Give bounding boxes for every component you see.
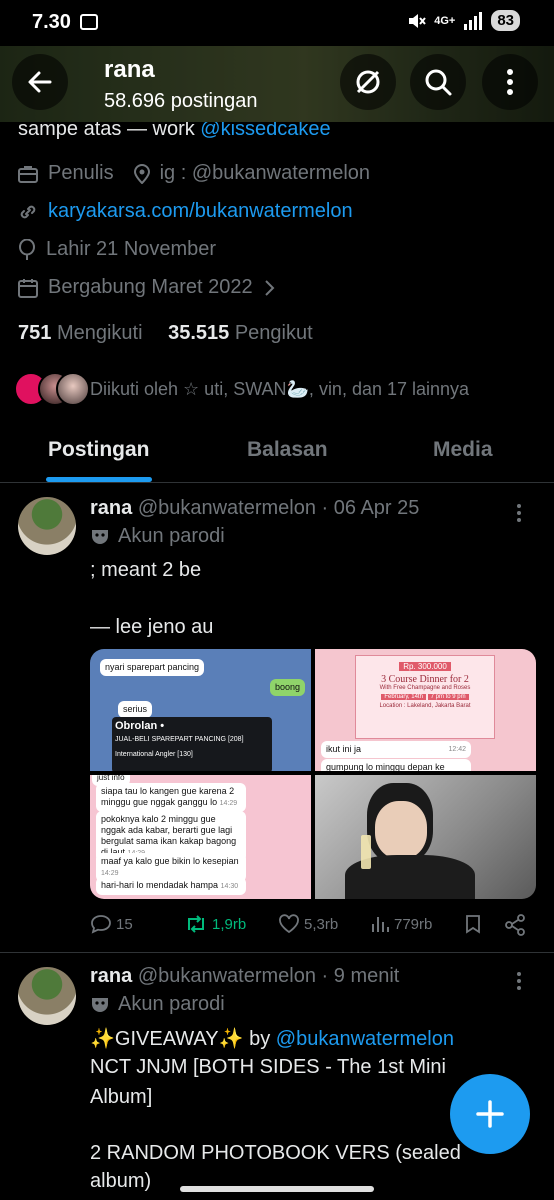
post-text-line: NCT JNJM [BOTH SIDES - The 1st Mini	[90, 1056, 446, 1078]
follower-avatar	[56, 372, 90, 406]
mask-icon	[92, 997, 108, 1012]
profile-location: ig : @bukanwatermelon	[159, 162, 371, 184]
signal-icon	[464, 11, 483, 30]
post[interactable]: rana @bukanwatermelon · 9 menit Akun par…	[0, 953, 554, 1200]
post[interactable]: rana @bukanwatermelon · 06 Apr 25 Akun p…	[0, 483, 554, 953]
post-text-line: ; meant 2 be	[90, 559, 202, 581]
following-label: Mengikuti	[56, 322, 143, 344]
reply-count: 15	[116, 915, 133, 933]
repost-icon	[188, 915, 204, 933]
post-text-line: 2 RANDOM PHOTOBOOK VERS (sealed	[90, 1142, 461, 1164]
post-image[interactable]: just info siapa tau lo kangen gue karena…	[90, 775, 311, 899]
balloon-icon	[19, 238, 35, 260]
like-count: 5,3rb	[304, 915, 339, 933]
plus-icon	[476, 1100, 504, 1128]
profile-header: rana 58.696 postingan	[0, 42, 554, 122]
arrow-left-icon	[28, 71, 52, 93]
followers-label: Pengikut	[234, 322, 313, 344]
more-button[interactable]	[482, 54, 538, 110]
following-count: 751	[18, 322, 52, 344]
repost-button[interactable]: 1,9rb	[184, 914, 246, 934]
briefcase-icon	[18, 165, 38, 183]
chevron-right-icon	[264, 279, 275, 296]
post-text-line: album)	[90, 1170, 152, 1192]
post-author-avatar[interactable]	[18, 967, 76, 1025]
post-mention-link[interactable]: @bukanwatermelon	[276, 1028, 454, 1050]
follow-stats: 751 Mengikuti 35.515 Pengikut	[18, 322, 313, 345]
post-author[interactable]: rana @bukanwatermelon · 9 menit	[90, 965, 399, 988]
post-handle-time: @bukanwatermelon · 9 menit	[137, 965, 400, 987]
status-time: 7.30	[32, 11, 71, 33]
views-icon	[372, 917, 389, 932]
post-more-icon[interactable]	[516, 503, 522, 523]
followers-link[interactable]: 35.515 Pengikut	[168, 322, 313, 344]
parody-badge: Akun parodi	[90, 993, 225, 1016]
profile-birthday-row: Lahir 21 November	[18, 238, 216, 261]
profile-job: Penulis	[48, 162, 114, 184]
grok-button[interactable]	[340, 54, 396, 110]
followed-by-text: Diikuti oleh ☆ uti, SWAN🦢, vin, dan 17 l…	[90, 379, 470, 399]
bookmark-button[interactable]	[464, 914, 482, 934]
reply-button[interactable]: 15	[90, 914, 133, 934]
back-button[interactable]	[12, 54, 68, 110]
profile-joined: Bergabung Maret 2022	[48, 276, 253, 298]
post-media-grid[interactable]: nyari sparepart pancing boong serius Obr…	[90, 649, 536, 899]
post-image[interactable]: nyari sparepart pancing boong serius Obr…	[90, 649, 311, 771]
post-text-line: Album]	[90, 1086, 153, 1108]
post-author-name: rana	[90, 965, 133, 987]
status-bar: 7.30 4G+ 83	[0, 0, 554, 46]
tab-balasan[interactable]: Balasan	[247, 438, 328, 462]
post-text-line: — lee jeno au	[90, 616, 214, 638]
bookmark-icon	[466, 915, 480, 934]
reply-icon	[91, 915, 111, 934]
post-more-icon[interactable]	[516, 971, 522, 991]
profile-joined-row[interactable]: Bergabung Maret 2022	[18, 276, 275, 299]
parody-badge: Akun parodi	[90, 525, 225, 548]
profile-website-link[interactable]: karyakarsa.com/bukanwatermelon	[48, 200, 353, 223]
post-image[interactable]	[315, 775, 536, 899]
grok-icon	[356, 70, 380, 94]
post-author[interactable]: rana @bukanwatermelon · 06 Apr 25	[90, 497, 419, 520]
more-vertical-icon	[507, 69, 513, 95]
post-actions: 15 1,9rb 5,3rb 779rb	[90, 914, 535, 940]
search-button[interactable]	[410, 54, 466, 110]
post-text-line: ✨GIVEAWAY✨ by @bukanwatermelon	[90, 1028, 454, 1050]
profile-birthday: Lahir 21 November	[46, 238, 217, 260]
screen-record-icon	[80, 14, 98, 30]
views-count: 779rb	[394, 915, 433, 933]
network-label: 4G+	[434, 14, 456, 27]
search-icon	[425, 69, 452, 96]
post-handle-time: @bukanwatermelon · 06 Apr 25	[137, 497, 420, 519]
compose-button[interactable]	[450, 1074, 530, 1154]
header-post-count: 58.696 postingan	[104, 90, 258, 112]
followers-count: 35.515	[168, 322, 230, 344]
header-name: rana	[104, 56, 155, 83]
battery-level: 83	[491, 10, 520, 31]
tab-postingan[interactable]: Postingan	[48, 438, 150, 462]
like-button[interactable]: 5,3rb	[278, 914, 338, 934]
post-author-name: rana	[90, 497, 133, 519]
post-author-avatar[interactable]	[18, 497, 76, 555]
following-link[interactable]: 751 Mengikuti	[18, 322, 148, 344]
mask-icon	[92, 529, 108, 544]
post-image[interactable]: Rp. 300.000 3 Course Dinner for 2 With F…	[315, 649, 536, 771]
link-icon	[20, 205, 36, 218]
profile-job-row: Penulis ig : @bukanwatermelon	[18, 162, 370, 185]
heart-icon	[279, 914, 299, 934]
mute-icon	[409, 13, 426, 28]
repost-count: 1,9rb	[212, 915, 247, 933]
tab-media[interactable]: Media	[433, 438, 493, 462]
share-icon	[505, 914, 525, 936]
followed-by-row[interactable]: Diikuti oleh ☆ uti, SWAN🦢, vin, dan 17 l…	[14, 370, 554, 410]
share-button[interactable]	[504, 914, 526, 936]
calendar-icon	[18, 278, 38, 298]
profile-website-row: karyakarsa.com/bukanwatermelon	[18, 200, 353, 223]
gesture-bar[interactable]	[180, 1186, 374, 1192]
location-pin-icon	[133, 163, 150, 184]
views-button[interactable]: 779rb	[370, 914, 432, 934]
